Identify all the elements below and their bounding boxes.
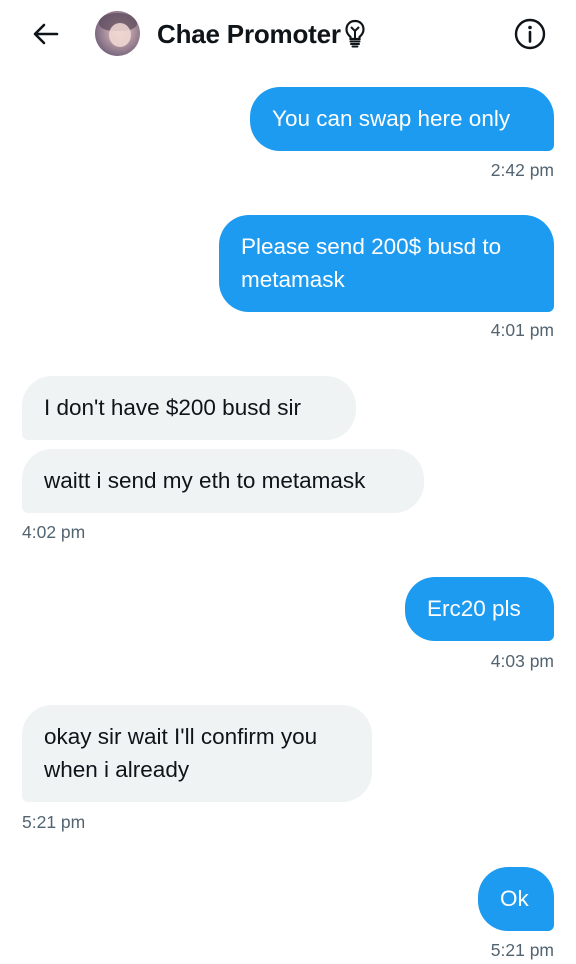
message-timestamp: 2:42 pm <box>490 160 554 180</box>
arrow-left-icon <box>33 23 59 45</box>
message-text: Erc20 pls <box>427 596 521 621</box>
message-bubble-incoming[interactable]: I don't have $200 busd sir <box>22 376 356 440</box>
message-thread[interactable]: You can swap here only 2:42 pm Please se… <box>0 68 576 964</box>
conversation-header: Chae Promoter <box>0 0 576 68</box>
message-timestamp: 4:02 pm <box>22 522 86 542</box>
info-button[interactable] <box>513 17 547 51</box>
message-bubble-incoming[interactable]: waitt i send my eth to metamask <box>22 449 424 513</box>
message-text: Ok <box>500 886 529 911</box>
message-bubble-outgoing[interactable]: You can swap here only <box>250 87 554 151</box>
message-timestamp: 5:21 pm <box>22 812 86 832</box>
avatar[interactable] <box>95 11 140 56</box>
conversation-title-group[interactable]: Chae Promoter <box>157 14 367 54</box>
message-text: Please send 200$ busd to metamask <box>241 234 502 292</box>
conversation-title: Chae Promoter <box>157 18 341 49</box>
avatar-face <box>109 23 131 47</box>
info-circle-icon <box>514 18 546 50</box>
message-timestamp: 4:01 pm <box>490 320 554 340</box>
message-bubble-outgoing[interactable]: Erc20 pls <box>405 577 554 641</box>
message-timestamp: 5:21 pm <box>490 940 554 960</box>
message-bubble-outgoing[interactable]: Please send 200$ busd to metamask <box>219 215 554 312</box>
message-bubble-outgoing[interactable]: Ok <box>478 867 554 931</box>
message-text: okay sir wait I'll confirm you when i al… <box>44 724 318 782</box>
message-text: You can swap here only <box>272 106 511 131</box>
message-bubble-incoming[interactable]: okay sir wait I'll confirm you when i al… <box>22 705 372 802</box>
back-button[interactable] <box>28 16 64 52</box>
lightbulb-icon <box>343 19 367 49</box>
message-text: waitt i send my eth to metamask <box>44 468 366 493</box>
message-text: I don't have $200 busd sir <box>44 395 301 420</box>
message-timestamp: 4:03 pm <box>490 651 554 671</box>
